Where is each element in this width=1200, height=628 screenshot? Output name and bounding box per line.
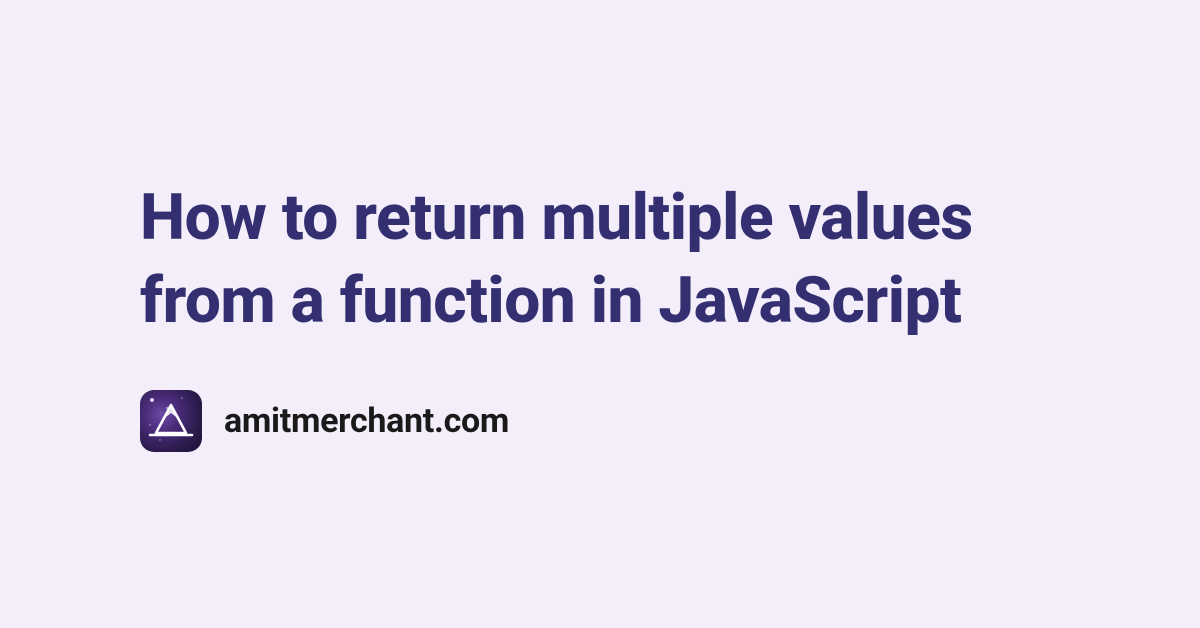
site-logo-icon [140,390,202,452]
site-name: amitmerchant.com [224,401,509,441]
mountain-icon [148,403,194,439]
byline: amitmerchant.com [140,390,1100,452]
article-title: How to return multiple values from a fun… [140,176,1100,342]
